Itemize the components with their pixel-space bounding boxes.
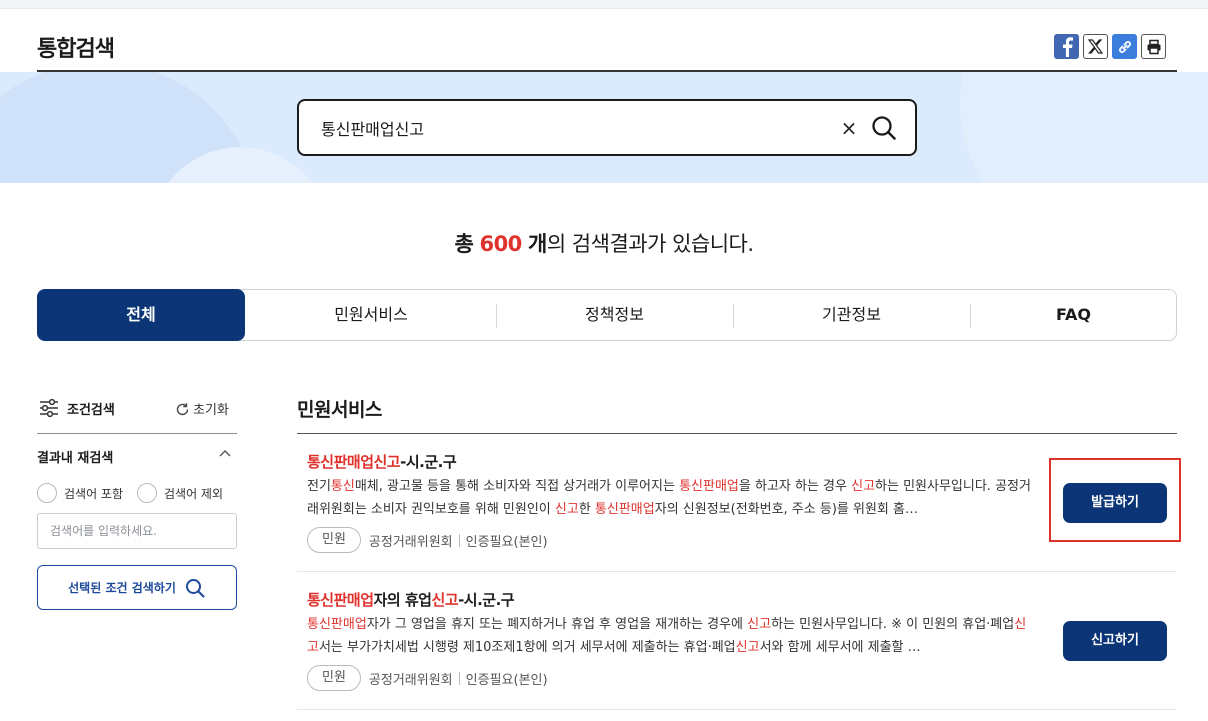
clear-search-button[interactable]: ×: [839, 117, 859, 139]
tab-faq[interactable]: FAQ: [970, 290, 1177, 340]
meta-divider: [458, 533, 460, 547]
category-badge: 민원: [307, 665, 361, 691]
reset-button[interactable]: 초기화: [175, 399, 229, 418]
result-summary: 총 600 개의 검색결과가 있습니다.: [0, 228, 1208, 258]
x-share-button[interactable]: [1083, 34, 1108, 59]
include-keyword-label: 검색어 포함: [64, 486, 124, 501]
facebook-share-button[interactable]: [1054, 34, 1079, 59]
keyword-highlight: 통신판매업: [679, 479, 739, 494]
search-icon: [872, 116, 896, 140]
tab-policy[interactable]: 정책정보: [496, 290, 733, 340]
auth-requirement: 인증필요(본인): [465, 534, 548, 550]
radio-circle: [37, 483, 57, 503]
apply-filter-button[interactable]: 선택된 조건 검색하기: [37, 565, 237, 610]
result-item: 통신판매업자의 휴업신고-시.군.구 통신판매업자가 그 영업을 휴지 또는 폐…: [297, 572, 1177, 710]
tab-all[interactable]: 전체: [37, 289, 245, 341]
exclude-keyword-radio[interactable]: 검색어 제외: [137, 483, 223, 503]
keyword-highlight: 신고: [307, 617, 1027, 655]
search-button[interactable]: [869, 113, 899, 143]
result-title[interactable]: 통신판매업자의 휴업신고-시.군.구: [307, 589, 515, 610]
result-title-highlight: 신고: [431, 591, 459, 609]
refine-search-heading: 결과내 재검색: [37, 451, 114, 466]
focus-highlight-box: [1049, 458, 1181, 542]
apply-filter-label: 선택된 조건 검색하기: [68, 581, 176, 595]
facebook-icon: [1062, 36, 1073, 57]
result-title-highlight: 통신판매업신고: [307, 453, 401, 471]
link-icon: [1118, 40, 1131, 53]
print-icon: [1147, 39, 1160, 54]
result-count: 600: [479, 232, 522, 256]
result-title[interactable]: 통신판매업신고-시.군.구: [307, 451, 457, 472]
exclude-keyword-label: 검색어 제외: [164, 486, 224, 501]
include-keyword-radio[interactable]: 검색어 포함: [37, 483, 123, 503]
result-meta: 민원 공정거래위원회 인증필요(본인): [307, 665, 548, 691]
copy-link-button[interactable]: [1112, 34, 1137, 59]
tab-agency[interactable]: 기관정보: [733, 290, 970, 340]
summary-suffix: 의 검색결과가 있습니다.: [546, 232, 754, 256]
filter-title: 조건검색: [67, 403, 115, 418]
page-title: 통합검색: [37, 37, 115, 62]
keyword-highlight: 통신: [330, 479, 355, 494]
summary-prefix: 총: [454, 232, 474, 256]
result-description: 통신판매업자가 그 영업을 휴지 또는 폐지하거나 휴업 후 영업을 재개하는 …: [307, 617, 1027, 655]
agency-name: 공정거래위원회: [368, 672, 453, 688]
summary-unit: 개: [527, 232, 547, 256]
keyword-highlight: 통신판매업: [307, 617, 367, 632]
filter-header: 조건검색 초기화: [37, 397, 237, 419]
radio-circle: [137, 483, 157, 503]
search-icon: [185, 578, 205, 598]
result-title-rest: 자의 휴업: [373, 591, 432, 609]
chevron-up-icon[interactable]: [218, 447, 232, 461]
keyword-highlight: 신고: [851, 479, 876, 494]
search-box: ×: [297, 99, 917, 156]
search-input[interactable]: [321, 115, 821, 141]
report-button[interactable]: 신고하기: [1063, 621, 1167, 661]
section-title: 민원서비스: [297, 399, 382, 421]
print-button[interactable]: [1141, 34, 1166, 59]
keyword-highlight: 신고: [735, 640, 760, 655]
keyword-highlight: 통신판매업: [594, 502, 655, 517]
tab-civil-service[interactable]: 민원서비스: [246, 290, 496, 340]
result-meta: 민원 공정거래위원회 인증필요(본인): [307, 527, 548, 553]
refine-search-field: [37, 513, 237, 549]
x-twitter-icon: [1088, 39, 1103, 54]
result-title-rest: -시.군.구: [458, 591, 515, 609]
refine-search-input[interactable]: [38, 514, 236, 548]
result-description: 전기통신매체, 광고물 등을 통해 소비자와 직접 상거래가 이루어지는 통신판…: [307, 479, 1031, 517]
filter-divider: [37, 433, 237, 434]
keyword-highlight: 신고: [554, 502, 579, 517]
keyword-highlight: 신고: [747, 617, 772, 632]
meta-divider: [458, 671, 460, 685]
hero-decoration: [960, 72, 1208, 183]
auth-requirement: 인증필요(본인): [465, 672, 548, 688]
category-badge: 민원: [307, 527, 361, 553]
agency-name: 공정거래위원회: [368, 534, 453, 550]
result-title-rest: -시.군.구: [400, 453, 457, 471]
result-title-highlight: 통신판매업: [307, 591, 374, 609]
result-item: 통신판매업신고-시.군.구 전기통신매체, 광고물 등을 통해 소비자와 직접 …: [297, 434, 1177, 572]
reset-label: 초기화: [193, 403, 229, 418]
refresh-icon: [176, 403, 189, 416]
top-strip: [0, 0, 1208, 9]
sliders-icon: [40, 398, 58, 418]
category-tabs: 전체 민원서비스 정책정보 기관정보 FAQ: [37, 289, 1177, 341]
